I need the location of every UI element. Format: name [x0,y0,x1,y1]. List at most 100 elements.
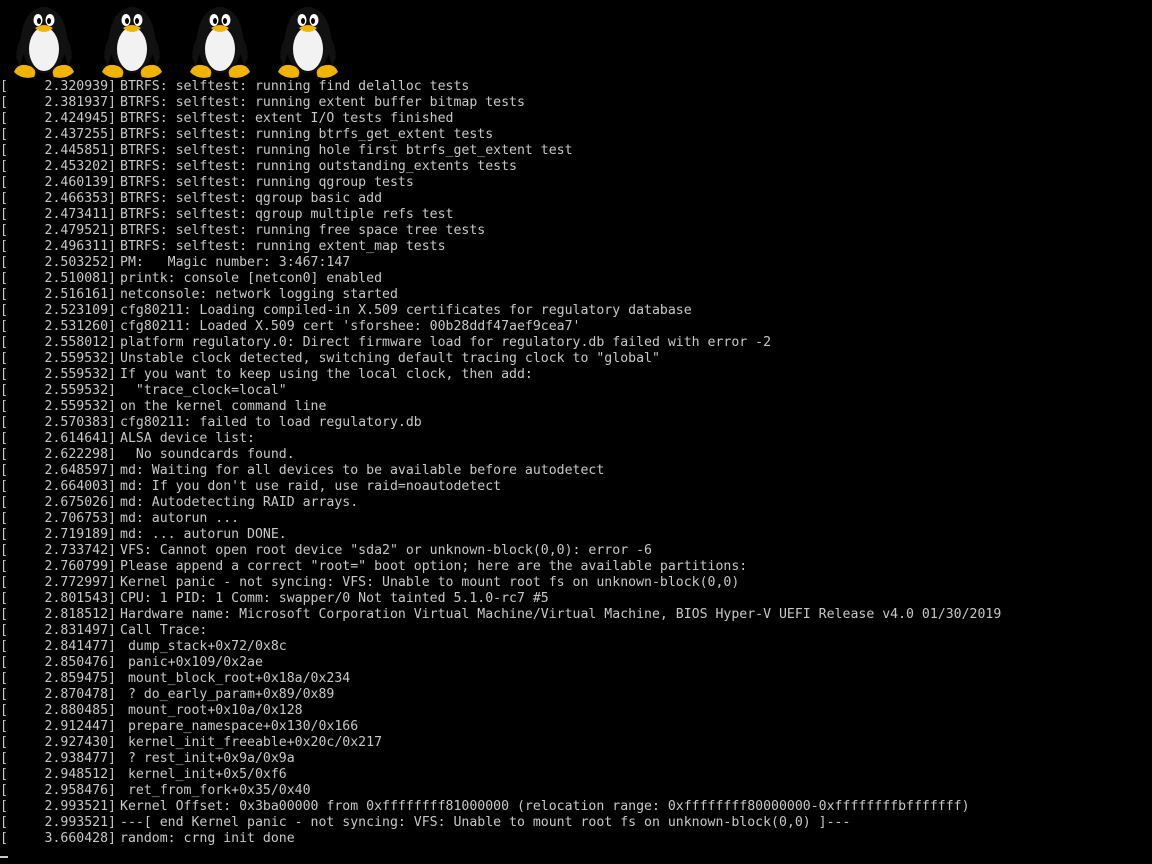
log-bracket: [ [0,511,8,526]
log-bracket: [ [0,287,8,302]
console-line: [2.948512] kernel_init+0x5/0xf6 [0,767,1152,783]
log-message: ? do_early_param+0x89/0x89 [120,687,335,702]
console-line: [2.993521] ---[ end Kernel panic - not sy… [0,815,1152,831]
console-line: [2.622298] No soundcards found. [0,447,1152,463]
tux-penguin-icon [14,7,74,78]
log-timestamp: 2.706753] [44,511,116,526]
console-line: [2.880485] mount_root+0x10a/0x128 [0,703,1152,719]
log-timestamp: 2.531260] [44,319,116,334]
console-line: [2.496311] BTRFS: selftest: running exten… [0,239,1152,255]
log-timestamp: 2.818512] [44,607,116,622]
log-timestamp: 2.570383] [44,415,116,430]
log-bracket: [ [0,767,8,782]
log-bracket: [ [0,655,8,670]
log-message: BTRFS: selftest: qgroup basic add [120,191,383,206]
log-message: kernel_init_freeable+0x20c/0x217 [120,735,383,750]
console-line: [2.381937] BTRFS: selftest: running exten… [0,95,1152,111]
log-message: BTRFS: selftest: running free space tree… [120,223,486,238]
tux-penguin-icon [278,7,338,78]
tux-penguin-icon [102,7,162,78]
log-timestamp: 2.559532] [44,367,116,382]
console-line: [2.938477] ? rest_init+0x9a/0x9a [0,751,1152,767]
log-bracket: [ [0,479,8,494]
console-line: [2.453202] BTRFS: selftest: running outst… [0,159,1152,175]
log-timestamp: 2.523109] [44,303,116,318]
log-message: md: autorun ... [120,511,240,526]
log-bracket: [ [0,255,8,270]
log-timestamp: 2.841477] [44,639,116,654]
log-timestamp: 2.719189] [44,527,116,542]
log-bracket: [ [0,527,8,542]
log-timestamp: 2.496311] [44,239,116,254]
log-bracket: [ [0,351,8,366]
boot-logo-row [4,0,356,80]
log-timestamp: 2.381937] [44,95,116,110]
log-timestamp: 2.801543] [44,591,116,606]
log-bracket: [ [0,687,8,702]
log-message: md: ... autorun DONE. [120,527,287,542]
log-timestamp: 2.733742] [44,543,116,558]
console-line: [2.993521] Kernel Offset: 0x3ba00000 from… [0,799,1152,815]
log-message: netconsole: network logging started [120,287,398,302]
log-bracket: [ [0,751,8,766]
log-timestamp: 2.675026] [44,495,116,510]
log-bracket: [ [0,639,8,654]
log-message: cfg80211: Loading compiled-in X.509 cert… [120,303,692,318]
kernel-console-output: [2.320939] BTRFS: selftest: running find … [0,79,1152,847]
log-timestamp: 2.772997] [44,575,116,590]
tux-penguin-icon [190,7,250,78]
log-message: BTRFS: selftest: extent I/O tests finish… [120,111,454,126]
log-bracket: [ [0,783,8,798]
console-line: [2.870478] ? do_early_param+0x89/0x89 [0,687,1152,703]
log-message: BTRFS: selftest: running outstanding_ext… [120,159,517,174]
log-timestamp: 3.660428] [44,831,116,846]
log-bracket: [ [0,799,8,814]
console-line: [2.706753] md: autorun ... [0,511,1152,527]
log-bracket: [ [0,815,8,830]
console-line: [2.831497] Call Trace: [0,623,1152,639]
log-message: mount_root+0x10a/0x128 [120,703,303,718]
log-timestamp: 2.880485] [44,703,116,718]
log-timestamp: 2.466353] [44,191,116,206]
log-bracket: [ [0,735,8,750]
log-message: panic+0x109/0x2ae [120,655,263,670]
log-timestamp: 2.559532] [44,399,116,414]
log-timestamp: 2.927430] [44,735,116,750]
log-bracket: [ [0,495,8,510]
log-bracket: [ [0,623,8,638]
console-line: [2.320939] BTRFS: selftest: running find … [0,79,1152,95]
log-timestamp: 2.993521] [44,815,116,830]
log-bracket: [ [0,463,8,478]
console-line: [2.570383] cfg80211: failed to load regul… [0,415,1152,431]
console-line: [2.801543] CPU: 1 PID: 1 Comm: swapper/0 … [0,591,1152,607]
log-bracket: [ [0,431,8,446]
log-bracket: [ [0,239,8,254]
log-timestamp: 2.453202] [44,159,116,174]
console-line: [2.850476] panic+0x109/0x2ae [0,655,1152,671]
console-line: [2.558012] platform regulatory.0: Direct … [0,335,1152,351]
log-message: PM: Magic number: 3:467:147 [120,255,351,270]
console-line: [2.503252] PM: Magic number: 3:467:147 [0,255,1152,271]
log-timestamp: 2.648597] [44,463,116,478]
console-line: [2.559532] "trace_clock=local" [0,383,1152,399]
console-line: [2.445851] BTRFS: selftest: running hole … [0,143,1152,159]
console-line: [2.510081] printk: console [netcon0] enab… [0,271,1152,287]
log-timestamp: 2.320939] [44,79,116,94]
log-timestamp: 2.510081] [44,271,116,286]
log-bracket: [ [0,383,8,398]
log-timestamp: 2.831497] [44,623,116,638]
log-message: on the kernel command line [120,399,327,414]
log-timestamp: 2.760799] [44,559,116,574]
log-message: ---[ end Kernel panic - not syncing: VFS… [120,815,851,830]
log-message: md: Autodetecting RAID arrays. [120,495,359,510]
log-timestamp: 2.614641] [44,431,116,446]
log-timestamp: 2.850476] [44,655,116,670]
log-message: Kernel Offset: 0x3ba00000 from 0xfffffff… [120,799,970,814]
log-timestamp: 2.559532] [44,383,116,398]
log-bracket: [ [0,607,8,622]
console-line: [2.424945] BTRFS: selftest: extent I/O te… [0,111,1152,127]
console-line: [2.859475] mount_block_root+0x18a/0x234 [0,671,1152,687]
log-bracket: [ [0,703,8,718]
log-message: BTRFS: selftest: running qgroup tests [120,175,414,190]
log-timestamp: 2.437255] [44,127,116,142]
